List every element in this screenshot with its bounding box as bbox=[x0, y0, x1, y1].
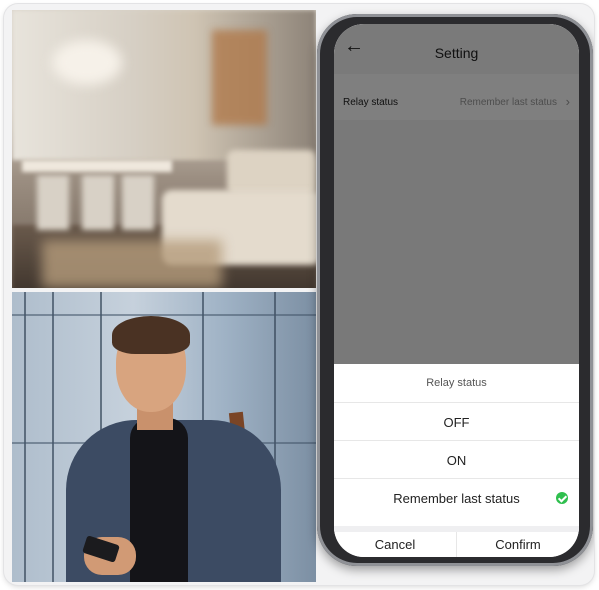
option-label: Remember last status bbox=[393, 491, 520, 506]
cancel-button[interactable]: Cancel bbox=[334, 532, 456, 557]
confirm-button[interactable]: Confirm bbox=[456, 532, 579, 557]
relay-status-sheet: Relay status OFF ON Remember last status… bbox=[334, 364, 579, 557]
product-image: ← Setting Relay status Remember last sta… bbox=[4, 4, 594, 585]
sheet-title: Relay status bbox=[426, 377, 487, 389]
option-remember-last-status[interactable]: Remember last status bbox=[334, 478, 579, 517]
option-label: ON bbox=[446, 453, 467, 468]
option-on[interactable]: ON bbox=[334, 440, 579, 479]
phone-mockup: ← Setting Relay status Remember last sta… bbox=[317, 14, 593, 566]
man-with-phone-photo bbox=[12, 292, 316, 582]
option-off[interactable]: OFF bbox=[334, 402, 579, 441]
option-label: OFF bbox=[443, 415, 470, 430]
living-room-photo bbox=[12, 10, 316, 288]
modal-overlay[interactable] bbox=[334, 24, 579, 364]
phone-screen: ← Setting Relay status Remember last sta… bbox=[334, 24, 579, 557]
check-circle-icon bbox=[556, 492, 568, 504]
